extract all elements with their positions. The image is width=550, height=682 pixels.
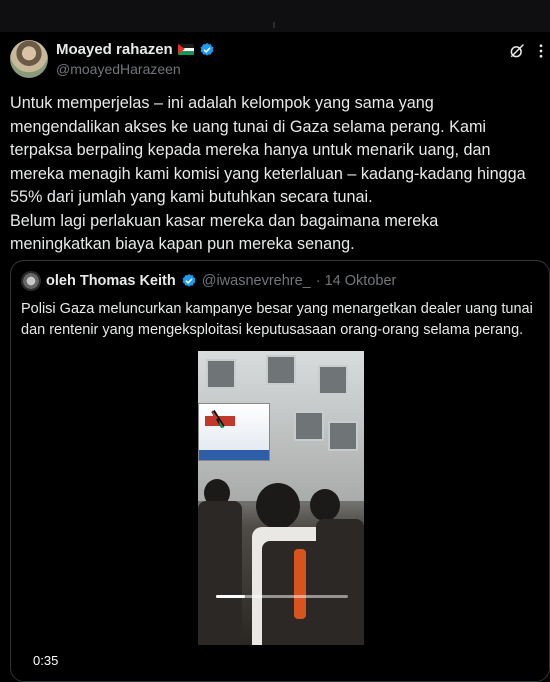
- video-banner: [198, 403, 270, 461]
- verified-badge-icon: [200, 42, 214, 56]
- top-indicator: [273, 22, 275, 28]
- quoted-tweet-header: oleh Thomas Keith @iwasnevrehre_ · 14 Ok…: [21, 271, 396, 291]
- avatar[interactable]: [10, 40, 48, 78]
- author-name-row: Moayed rahazen: [56, 41, 215, 58]
- quoted-display-name[interactable]: oleh Thomas Keith: [46, 273, 176, 289]
- quoted-handle[interactable]: @iwasnevrehre_: [202, 273, 311, 289]
- more-vertical-icon[interactable]: [535, 42, 547, 60]
- grok-icon[interactable]: [508, 42, 526, 60]
- quoted-date[interactable]: · 14 Oktober: [316, 273, 397, 289]
- top-bar: [0, 0, 550, 32]
- verified-badge-icon: [182, 274, 196, 287]
- quoted-tweet-text: Polisi Gaza meluncurkan kampanye besar y…: [21, 301, 533, 338]
- palestine-flag-icon: [177, 44, 194, 55]
- tweet-post[interactable]: Moayed rahazen @moayedHarazeen Untuk mem…: [0, 32, 550, 682]
- flag-sticker-icon: [211, 409, 225, 429]
- video-timestamp: 0:35: [29, 652, 63, 669]
- video-progress-bar[interactable]: [216, 595, 348, 598]
- video-frame[interactable]: [198, 351, 364, 645]
- author-handle[interactable]: @moayedHarazeen: [56, 61, 181, 77]
- quoted-avatar[interactable]: [21, 271, 41, 291]
- author-display-name[interactable]: Moayed rahazen: [56, 41, 173, 58]
- tweet-text: Untuk memperjelas – ini adalah kelompok …: [10, 94, 526, 253]
- video-player[interactable]: 0:35: [11, 349, 549, 681]
- quoted-tweet[interactable]: oleh Thomas Keith @iwasnevrehre_ · 14 Ok…: [10, 260, 550, 682]
